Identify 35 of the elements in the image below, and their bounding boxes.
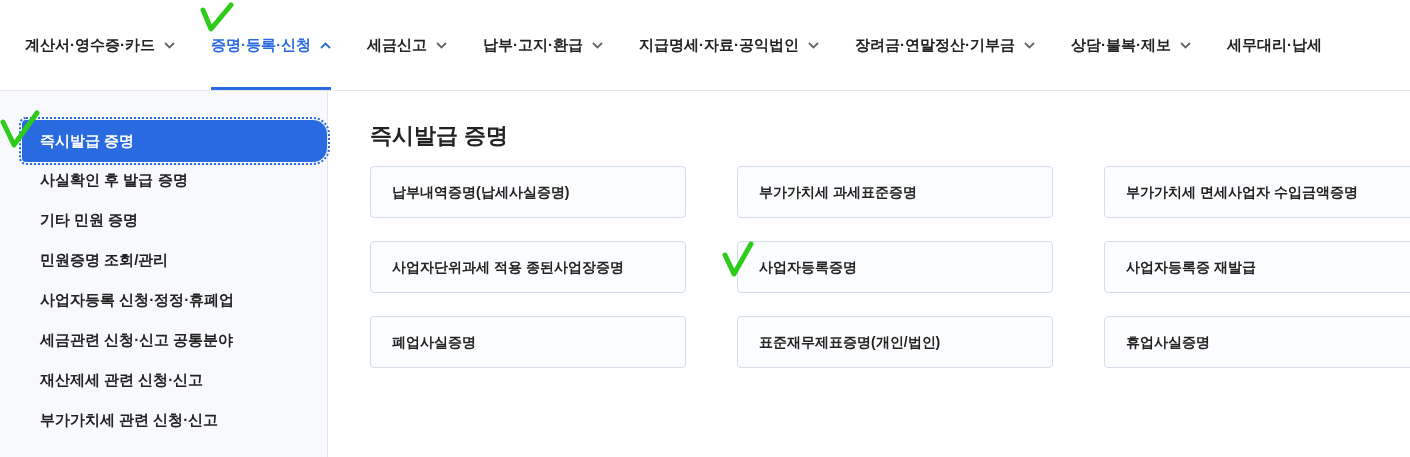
nav-tab[interactable]: 상담·불복·제보 (1071, 0, 1191, 90)
chevron-down-icon (592, 41, 603, 49)
chevron-down-icon (808, 41, 819, 49)
check-mark-icon (0, 110, 40, 148)
chevron-down-icon (1180, 41, 1191, 49)
sidebar-item[interactable]: 재산제세 관련 신청·신고 (22, 360, 327, 400)
sidebar-item[interactable]: 부가가치세 관련 신청·신고 (22, 400, 327, 440)
certificate-card[interactable]: 사업자등록증 재발급 (1104, 241, 1410, 293)
nav-tab[interactable]: 세무대리·납세 (1227, 0, 1322, 90)
certificate-card[interactable]: 사업자등록증명 (737, 241, 1053, 293)
certificate-card[interactable]: 부가가치세 과세표준증명 (737, 166, 1053, 218)
nav-tab[interactable]: 납부·고지·환급 (483, 0, 603, 90)
certificate-card[interactable]: 폐업사실증명 (370, 316, 686, 368)
certificate-card[interactable]: 부가가치세 면세사업자 수입금액증명 (1104, 166, 1410, 218)
check-mark-icon (722, 241, 754, 277)
sidebar-item[interactable]: 세금관련 신청·신고 공통분야 (22, 320, 327, 360)
nav-tab[interactable]: 세금신고 (367, 0, 447, 90)
certificate-card[interactable]: 휴업사실증명 (1104, 316, 1410, 368)
certificate-card[interactable]: 사업자단위과세 적용 종된사업장증명 (370, 241, 686, 293)
sidebar-item[interactable]: 사실확인 후 발급 증명 (22, 160, 327, 200)
certificate-card[interactable]: 표준재무제표증명(개인/법인) (737, 316, 1053, 368)
sidebar-item[interactable]: 즉시발급 증명 (22, 120, 327, 162)
chevron-down-icon (436, 41, 447, 49)
chevron-up-icon (320, 41, 331, 49)
chevron-down-icon (164, 41, 175, 49)
nav-tab[interactable]: 지급명세·자료·공익법인 (639, 0, 819, 90)
sidebar-item[interactable]: 민원증명 조회/관리 (22, 240, 327, 280)
certificate-card[interactable]: 납부내역증명(납세사실증명) (370, 166, 686, 218)
nav-tab[interactable]: 장려금·연말정산·기부금 (855, 0, 1035, 90)
chevron-down-icon (1024, 41, 1035, 49)
sidebar-item[interactable]: 사업자등록 신청·정정·휴폐업 (22, 280, 327, 320)
sidebar-item[interactable]: 기타 민원 증명 (22, 200, 327, 240)
page-title: 즉시발급 증명 (370, 122, 510, 150)
nav-tab[interactable]: 계산서·영수증·카드 (25, 0, 175, 90)
check-mark-icon (200, 2, 234, 32)
